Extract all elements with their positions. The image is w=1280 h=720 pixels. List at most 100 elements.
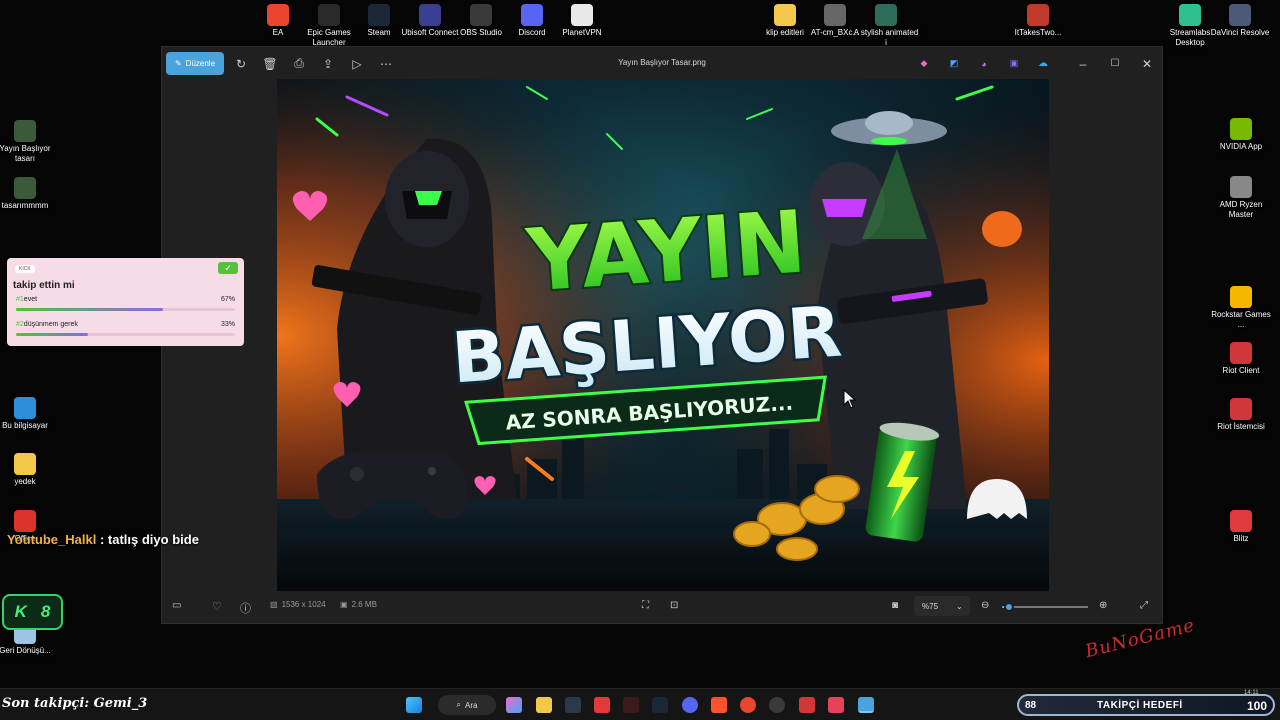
poll-option-bar bbox=[16, 308, 235, 311]
steam-taskbar-icon[interactable] bbox=[652, 697, 668, 713]
desktop-icon-right-4[interactable]: Riot İstemcisi bbox=[1208, 398, 1274, 432]
desktop-icon-label: Riot Client bbox=[1222, 366, 1260, 375]
last-follower-label: Son takipçi: Gemi_3 bbox=[2, 696, 148, 711]
desktop-icon-label: tasarımmmm bbox=[1, 201, 49, 210]
goal-label: TAKİPÇİ HEDEFİ bbox=[1097, 700, 1183, 711]
dimensions-info: ▧ 1536 x 1024 bbox=[270, 600, 326, 609]
editor-icon[interactable]: ▣ bbox=[1006, 52, 1022, 75]
obs-icon bbox=[470, 4, 492, 26]
desktop-icon-label: AMD Ryzen Master bbox=[1219, 200, 1263, 219]
desktop-icon-left-2[interactable]: Bu bilgisayar bbox=[0, 397, 58, 431]
clock: 14:11 bbox=[1244, 690, 1259, 696]
computer-icon bbox=[14, 397, 36, 419]
search-button[interactable]: ⌕ Ara bbox=[438, 695, 496, 715]
desktop-icon-right-5[interactable]: Blitz bbox=[1208, 510, 1274, 544]
zoom-in-icon[interactable]: ⊕ bbox=[1099, 600, 1107, 611]
image-file-icon bbox=[824, 4, 846, 26]
desktop-icon-top-12[interactable]: DaVinci Resolve bbox=[1207, 4, 1273, 38]
desktop-icon-label: ItTakesTwo... bbox=[1014, 28, 1062, 37]
check-icon: ✓ bbox=[218, 262, 238, 274]
desktop-icon-right-3[interactable]: Riot Client bbox=[1208, 342, 1274, 376]
discord-taskbar-icon[interactable] bbox=[682, 697, 698, 713]
minimize-icon[interactable]: – bbox=[1074, 52, 1092, 75]
zoom-out-icon[interactable]: ⊖ bbox=[981, 600, 989, 611]
clipchamp-icon[interactable]: ◕ bbox=[976, 52, 992, 75]
photos-titlebar: ✎ Düzenle ↻ 🗑 ⎙ ⇪ ▷ ⋯ Yayın Başlıyor Tas… bbox=[162, 47, 1162, 79]
blitz-taskbar-icon[interactable] bbox=[594, 697, 610, 713]
onedrive-icon[interactable]: ☁ bbox=[1034, 52, 1052, 75]
photos-window: ✎ Düzenle ↻ 🗑 ⎙ ⇪ ▷ ⋯ Yayın Başlıyor Tas… bbox=[161, 46, 1163, 624]
desktop-icon-left-0[interactable]: Yayın Başlıyor tasarı bbox=[0, 120, 58, 164]
desktop-icon-label: DaVinci Resolve bbox=[1210, 28, 1270, 37]
poll-option-percent: 67% bbox=[220, 296, 235, 303]
brave-icon[interactable] bbox=[711, 697, 727, 713]
image-dimensions: 1536 x 1024 bbox=[281, 600, 326, 609]
image-viewer[interactable]: YAYIN BAŞLIYOR AZ SONRA BAŞLIYORUZ... bbox=[277, 79, 1049, 593]
desktop-icon-label: Riot İstemcisi bbox=[1217, 422, 1265, 431]
poll-option-label: evet bbox=[23, 296, 38, 303]
davinci-taskbar-icon[interactable] bbox=[565, 697, 581, 713]
fit-icon[interactable]: ⛶ bbox=[642, 600, 649, 611]
obs-studio-taskbar-icon[interactable] bbox=[769, 697, 785, 713]
riot-icon bbox=[1230, 398, 1252, 420]
planetvpn-icon bbox=[571, 4, 593, 26]
taskbar: Son takipçi: Gemi_3 ⌕ Ara 88 TAKİPÇİ HED… bbox=[0, 688, 1280, 720]
poll-platform-badge: KICK bbox=[15, 265, 35, 273]
riot-taskbar-icon[interactable] bbox=[799, 697, 815, 713]
kick-badge-letter: K bbox=[14, 602, 27, 621]
image-file-icon bbox=[14, 177, 36, 199]
desktop-icon-top-6[interactable]: PlanetVPN bbox=[549, 4, 615, 38]
desktop-icon-right-0[interactable]: NVIDIA App bbox=[1208, 118, 1274, 152]
zoom-slider[interactable] bbox=[1002, 602, 1088, 612]
desktop-icon-right-1[interactable]: AMD Ryzen Master bbox=[1208, 176, 1274, 220]
poll-question: takip ettin mi bbox=[13, 280, 75, 291]
favorite-icon[interactable]: ♡ bbox=[212, 600, 222, 613]
actual-size-icon[interactable]: ⊡ bbox=[670, 600, 678, 611]
copilot-taskbar-icon[interactable] bbox=[506, 697, 522, 713]
start-icon[interactable] bbox=[406, 697, 422, 713]
chat-username: Youtube_Halkl bbox=[7, 532, 97, 547]
poll-option-percent: 33% bbox=[220, 321, 235, 328]
zoom-value: %75 bbox=[922, 601, 939, 611]
file-explorer-icon[interactable] bbox=[536, 697, 552, 713]
designer-icon[interactable]: ◩ bbox=[946, 52, 962, 75]
poll-option-bar-fill bbox=[16, 333, 89, 336]
poll-option-number: #2 bbox=[16, 321, 24, 328]
chat-message: Youtube_Halkl : tatlış diyo bide bbox=[7, 532, 199, 547]
dimensions-icon: ▧ bbox=[270, 600, 278, 609]
poll-option-number: #1 bbox=[16, 296, 24, 303]
desktop-icon-left-3[interactable]: yedek bbox=[0, 453, 58, 487]
photos-taskbar-icon[interactable] bbox=[858, 697, 874, 713]
zoom-slider-thumb[interactable] bbox=[1003, 602, 1014, 612]
kick-badge-number: 8 bbox=[40, 602, 51, 621]
desktop-icon-left-1[interactable]: tasarımmmm bbox=[0, 177, 58, 211]
steam-icon bbox=[368, 4, 390, 26]
poll-option: #2düşünmem gerek 33% bbox=[16, 321, 235, 336]
copilot-icon[interactable]: ◆ bbox=[916, 52, 932, 75]
obs-taskbar-icon[interactable] bbox=[623, 697, 639, 713]
filmstrip-icon[interactable]: ▭ bbox=[172, 600, 181, 611]
nvidia-icon bbox=[1230, 118, 1252, 140]
poll-option-bar bbox=[16, 333, 235, 336]
riot-icon bbox=[1230, 342, 1252, 364]
desktop-icon-right-2[interactable]: Rockstar Games ... bbox=[1208, 286, 1274, 330]
ea-taskbar-icon[interactable] bbox=[740, 697, 756, 713]
info-icon[interactable]: ⓘ bbox=[240, 600, 251, 616]
image-file-icon bbox=[875, 4, 897, 26]
save-disk-icon: ▣ bbox=[340, 600, 348, 609]
poster-title-yayin: YAYIN bbox=[523, 192, 809, 311]
poll-option-label: düşünmem gerek bbox=[23, 321, 78, 328]
close-icon[interactable]: ✕ bbox=[1138, 52, 1156, 75]
desktop-icon-label: A stylish animated i bbox=[853, 28, 919, 47]
app-taskbar-icon[interactable] bbox=[828, 697, 844, 713]
discord-icon bbox=[521, 4, 543, 26]
poll-option-bar-fill bbox=[16, 308, 163, 311]
desktop-icon-top-9[interactable]: A stylish animated i bbox=[853, 4, 919, 48]
zoom-select[interactable]: %75 ⌄ bbox=[914, 596, 970, 616]
poster-image: YAYIN BAŞLIYOR AZ SONRA BAŞLIYORUZ... bbox=[277, 79, 1049, 593]
chat-text: : tatlış diyo bide bbox=[99, 532, 199, 547]
aspect-icon[interactable]: ◙ bbox=[892, 600, 898, 611]
fullscreen-icon[interactable]: ⤢ bbox=[1140, 600, 1148, 611]
desktop-icon-top-10[interactable]: ItTakesTwo... bbox=[1005, 4, 1071, 38]
maximize-icon[interactable]: ☐ bbox=[1106, 52, 1124, 75]
